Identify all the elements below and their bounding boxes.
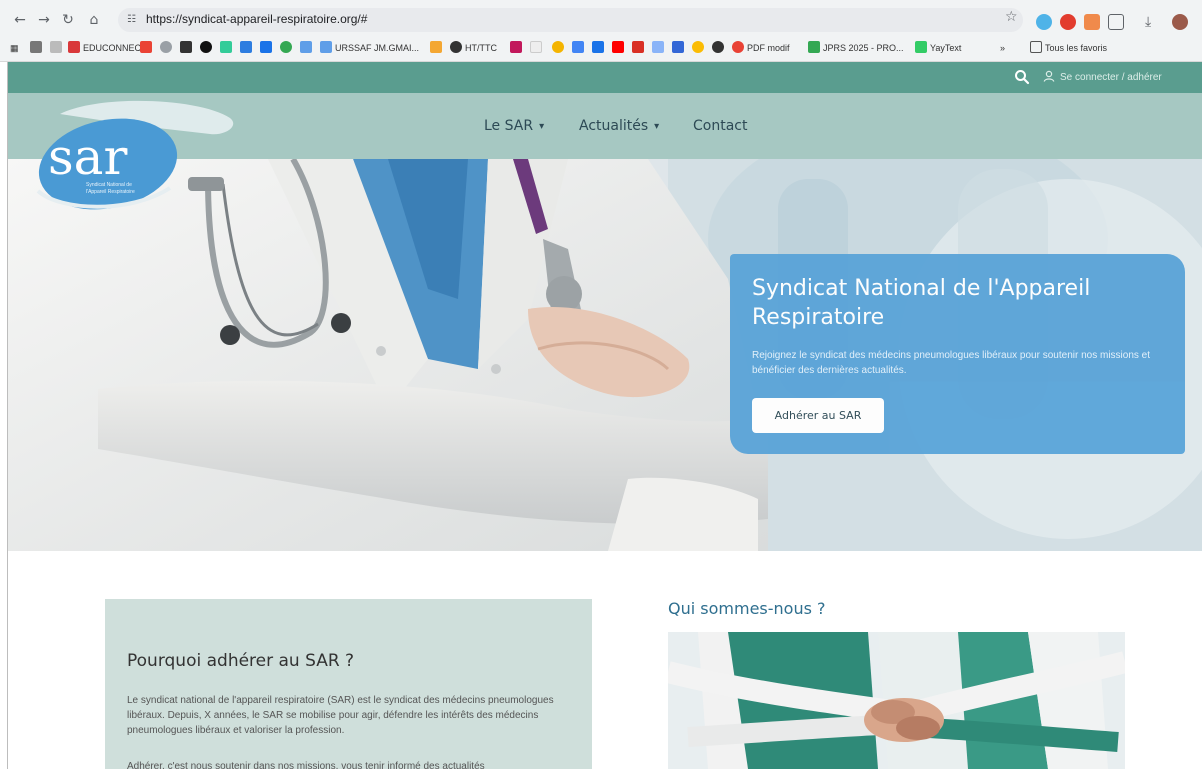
bookmark-label: Tous les favoris bbox=[1045, 43, 1108, 53]
bookmark-label: PDF modif bbox=[747, 43, 790, 53]
bookmark-label: EDUCONNECT bbox=[83, 43, 147, 53]
bookmark-icon[interactable] bbox=[430, 40, 445, 56]
apps-icon[interactable]: ▦ bbox=[10, 40, 19, 56]
bookmarks-bar: ▦ EDUCONNECT URSSAF JM.GMAI... HT/TTC PD… bbox=[0, 36, 1202, 60]
nav-item-contact[interactable]: Contact bbox=[693, 118, 747, 134]
bookmark-icon[interactable] bbox=[692, 40, 707, 56]
nav-label: Le SAR bbox=[484, 118, 534, 134]
nav-label: Contact bbox=[693, 118, 748, 134]
forward-icon[interactable]: → bbox=[34, 10, 54, 30]
team-image bbox=[668, 632, 1125, 769]
window-edge bbox=[0, 62, 8, 769]
opera-icon[interactable] bbox=[1060, 14, 1076, 30]
bookmark-all-favorites[interactable]: Tous les favoris bbox=[1030, 40, 1107, 56]
hero-card: Syndicat National de l'Appareil Respirat… bbox=[730, 254, 1185, 454]
why-join-section: Pourquoi adhérer au SAR ? Le syndicat na… bbox=[105, 599, 592, 769]
bookmark-pdf-modif[interactable]: PDF modif bbox=[732, 40, 790, 56]
top-utility-bar: Se connecter / adhérer bbox=[8, 62, 1202, 93]
bookmark-urssaf[interactable]: URSSAF JM.GMAI... bbox=[320, 40, 419, 56]
bookmark-icon[interactable] bbox=[280, 40, 295, 56]
bookmark-label: YayText bbox=[930, 43, 962, 53]
bookmark-label: HT/TTC bbox=[465, 43, 497, 53]
browser-chrome: ← → ↻ ⌂ ☷ https://syndicat-appareil-resp… bbox=[0, 0, 1202, 62]
section-paragraph: Adhérer, c'est nous soutenir dans nos mi… bbox=[127, 761, 485, 769]
bookmark-icon[interactable] bbox=[240, 40, 255, 56]
bookmark-icon[interactable] bbox=[712, 40, 727, 56]
chevron-down-icon: ▾ bbox=[654, 121, 660, 132]
nav-label: Actualités bbox=[579, 118, 649, 134]
nav-item-actualites[interactable]: Actualités ▾ bbox=[579, 118, 659, 134]
bookmark-icon[interactable] bbox=[300, 40, 315, 56]
extension-icon[interactable] bbox=[1036, 14, 1052, 30]
logo-image: sar Syndicat National de l'Appareil Resp… bbox=[36, 100, 234, 210]
avatar[interactable] bbox=[1172, 14, 1188, 30]
bookmark-icon[interactable] bbox=[612, 40, 627, 56]
site-settings-icon[interactable]: ☷ bbox=[127, 14, 140, 26]
bookmark-icon[interactable] bbox=[592, 40, 607, 56]
bookmark-icon[interactable] bbox=[160, 40, 175, 56]
hero-banner: Syndicat National de l'Appareil Respirat… bbox=[8, 159, 1202, 551]
hero-title: Syndicat National de l'Appareil Respirat… bbox=[752, 276, 1091, 330]
bookmark-label: URSSAF JM.GMAI... bbox=[335, 43, 420, 53]
login-link[interactable]: Se connecter / adhérer bbox=[1043, 70, 1162, 83]
address-bar[interactable]: ☷ https://syndicat-appareil-respiratoire… bbox=[118, 8, 1023, 32]
section-paragraph: Le syndicat national de l'appareil respi… bbox=[127, 695, 554, 736]
gmail-icon[interactable] bbox=[140, 40, 155, 56]
download-icon[interactable]: ⤓ bbox=[1145, 14, 1161, 30]
search-icon[interactable] bbox=[1013, 68, 1031, 86]
hero-subtitle: Rejoignez le syndicat des médecins pneum… bbox=[752, 350, 1150, 376]
drive-icon[interactable] bbox=[50, 40, 65, 56]
logo-text: sar bbox=[48, 128, 127, 186]
user-icon bbox=[1043, 70, 1055, 82]
bookmark-jprs[interactable]: JPRS 2025 - PRO... bbox=[808, 40, 904, 56]
join-button[interactable]: Adhérer au SAR bbox=[752, 398, 884, 433]
bookmark-yaytext[interactable]: YayText bbox=[915, 40, 961, 56]
extension-icon[interactable] bbox=[1084, 14, 1100, 30]
who-title: Qui sommes-nous ? bbox=[668, 599, 826, 618]
bookmark-educonnect[interactable]: EDUCONNECT bbox=[68, 40, 147, 56]
bookmark-label: JPRS 2025 - PRO... bbox=[823, 43, 904, 53]
bookmark-icon[interactable] bbox=[552, 40, 567, 56]
address-row: ← → ↻ ⌂ ☷ https://syndicat-appareil-resp… bbox=[0, 6, 1202, 34]
section-title: Pourquoi adhérer au SAR ? bbox=[127, 651, 355, 671]
bookmark-icon[interactable] bbox=[652, 40, 667, 56]
team-photo bbox=[668, 632, 1125, 769]
back-icon[interactable]: ← bbox=[10, 10, 30, 30]
bookmark-icon[interactable] bbox=[30, 40, 45, 56]
nav-item-le-sar[interactable]: Le SAR ▾ bbox=[484, 118, 544, 134]
bookmark-icon[interactable] bbox=[510, 40, 525, 56]
bookmark-icon[interactable] bbox=[180, 40, 195, 56]
puzzle-icon[interactable] bbox=[1108, 14, 1124, 30]
url-text: https://syndicat-appareil-respiratoire.o… bbox=[146, 12, 368, 26]
login-label: Se connecter / adhérer bbox=[1060, 72, 1162, 83]
bookmark-icon[interactable] bbox=[672, 40, 687, 56]
logo-tagline: Syndicat National de bbox=[86, 182, 132, 188]
logo-tagline: l'Appareil Respiratoire bbox=[86, 189, 135, 195]
bookmark-icon[interactable] bbox=[260, 40, 275, 56]
reload-icon[interactable]: ↻ bbox=[58, 10, 78, 30]
home-icon[interactable]: ⌂ bbox=[84, 10, 104, 30]
bookmark-httc[interactable]: HT/TTC bbox=[450, 40, 497, 56]
bookmark-icon[interactable] bbox=[632, 40, 647, 56]
bookmark-icon[interactable] bbox=[572, 40, 587, 56]
bookmark-icon[interactable] bbox=[200, 40, 215, 56]
more-bookmarks-icon[interactable]: » bbox=[1000, 40, 1005, 56]
sar-logo[interactable]: sar Syndicat National de l'Appareil Resp… bbox=[20, 96, 240, 214]
star-icon[interactable]: ☆ bbox=[1005, 9, 1018, 25]
bookmark-icon[interactable] bbox=[530, 40, 545, 56]
chevron-down-icon: ▾ bbox=[539, 121, 545, 132]
bookmark-icon[interactable] bbox=[220, 40, 235, 56]
